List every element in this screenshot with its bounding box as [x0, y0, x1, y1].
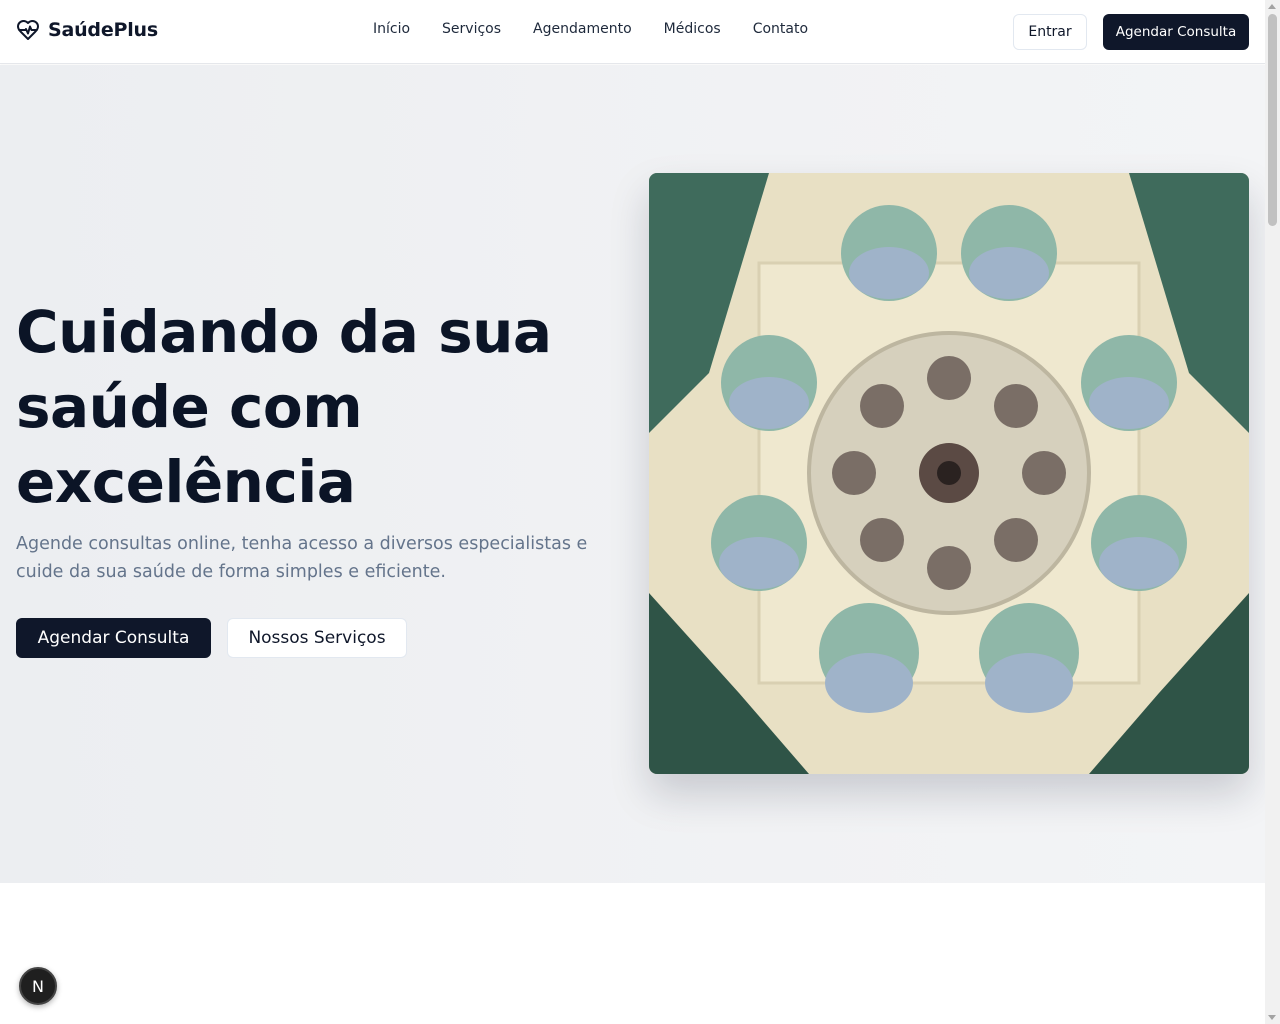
scroll-up-icon[interactable]: [1268, 4, 1276, 9]
logo[interactable]: SaúdePlus: [16, 18, 158, 42]
nav-item-contato[interactable]: Contato: [753, 21, 808, 37]
hero-subtitle: Agende consultas online, tenha acesso a …: [16, 534, 588, 582]
brand-name: SaúdePlus: [48, 19, 158, 41]
surgeons-photo-icon: [649, 173, 1249, 774]
our-services-button[interactable]: Nossos Serviços: [227, 618, 407, 658]
hero-image: [649, 173, 1249, 774]
nav-item-inicio[interactable]: Início: [373, 21, 410, 37]
scrollbar-thumb[interactable]: [1268, 14, 1277, 226]
main-nav: Início Serviços Agendamento Médicos Cont…: [373, 21, 808, 37]
scroll-down-icon[interactable]: [1268, 1015, 1276, 1020]
login-button[interactable]: Entrar: [1013, 14, 1087, 50]
hero-title: Cuidando da sua saúde com excelência: [16, 298, 552, 516]
vertical-scrollbar[interactable]: [1265, 0, 1280, 1024]
nav-item-agendamento[interactable]: Agendamento: [533, 21, 632, 37]
schedule-appointment-button[interactable]: Agendar Consulta: [16, 618, 211, 658]
nav-item-servicos[interactable]: Serviços: [442, 21, 501, 37]
schedule-appointment-header-button[interactable]: Agendar Consulta: [1103, 14, 1249, 50]
site-header: SaúdePlus Início Serviços Agendamento Mé…: [0, 0, 1265, 64]
nextjs-dev-badge[interactable]: N: [19, 967, 57, 1005]
heart-pulse-icon: [17, 20, 39, 40]
nav-item-medicos[interactable]: Médicos: [664, 21, 721, 37]
